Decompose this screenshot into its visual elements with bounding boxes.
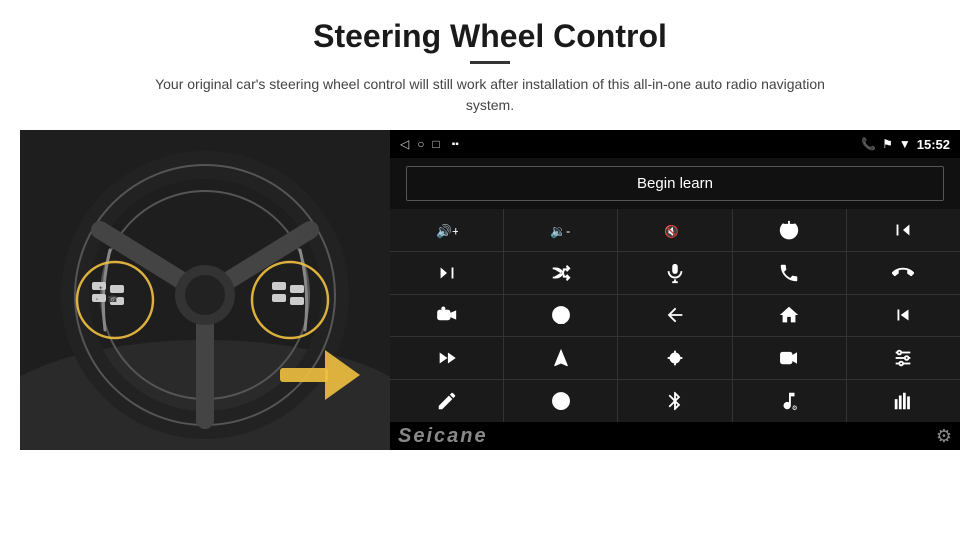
begin-learn-row: Begin learn [390,158,960,209]
page-title: Steering Wheel Control [313,18,667,55]
gear-settings-icon[interactable]: ⚙ [936,426,952,447]
bluetooth-button[interactable] [618,380,731,422]
home-button[interactable] [733,295,846,337]
page-wrapper: Steering Wheel Control Your original car… [0,0,980,544]
pen-button[interactable] [390,380,503,422]
eq-button[interactable] [618,337,731,379]
clock: 15:52 [917,137,950,152]
content-row: + - ☎ ◁ ○ □ ▪▪ [20,130,960,450]
next-button[interactable] [390,252,503,294]
vol-down-button[interactable]: 🔉- [504,209,617,251]
svg-text:+: + [99,286,103,292]
svg-text:-: - [96,297,98,303]
svg-text:360°: 360° [557,321,567,326]
prev-track-phone-button[interactable] [847,209,960,251]
back-nav-icon[interactable]: ◁ [400,137,409,151]
subtitle: Your original car's steering wheel contr… [140,74,840,116]
navigate-button[interactable] [504,337,617,379]
status-left: ◁ ○ □ ▪▪ [400,137,459,151]
svg-text:☎: ☎ [107,294,118,304]
status-right: 📞 ⚑ ▼ 15:52 [861,137,950,152]
controls-grid: 🔊+ 🔉- 🔇 [390,209,960,422]
android-panel: ◁ ○ □ ▪▪ 📞 ⚑ ▼ 15:52 Begin learn [390,130,960,450]
seicane-watermark: Seicane [398,425,488,448]
back-button[interactable] [618,295,731,337]
phone-status-icon: 📞 [861,137,876,151]
settings-eq-button[interactable] [847,337,960,379]
title-divider [470,61,510,64]
svg-text:🔉-: 🔉- [550,223,570,239]
camera360-button[interactable]: 360° [504,295,617,337]
prev-chapter-button[interactable] [847,295,960,337]
phone-button[interactable] [733,252,846,294]
hang-up-button[interactable] [847,252,960,294]
vol-up-button[interactable]: 🔊+ [390,209,503,251]
location-icon: ⚑ [882,137,893,151]
svg-text:🔊+: 🔊+ [436,222,458,239]
recents-nav-icon[interactable]: □ [432,137,439,151]
fast-fwd-button[interactable] [390,337,503,379]
record-button[interactable] [733,337,846,379]
music-settings-button[interactable]: ⚙ [733,380,846,422]
seicane-row: Seicane ⚙ [390,422,960,450]
speaker-cam-button[interactable] [390,295,503,337]
view360-button[interactable] [504,380,617,422]
signal-icon: ▪▪ [452,139,459,150]
home-nav-icon[interactable]: ○ [417,137,424,151]
shuffle-button[interactable] [504,252,617,294]
mic-button[interactable] [618,252,731,294]
equalizer-bars-button[interactable] [847,380,960,422]
svg-text:⚙: ⚙ [792,405,798,412]
wifi-icon: ▼ [899,137,911,151]
begin-learn-button[interactable]: Begin learn [406,166,944,201]
status-bar: ◁ ○ □ ▪▪ 📞 ⚑ ▼ 15:52 [390,130,960,158]
power-button[interactable] [733,209,846,251]
mute-button[interactable]: 🔇 [618,209,731,251]
steering-wheel-image: + - ☎ [20,130,390,450]
svg-text:🔇: 🔇 [664,224,679,238]
